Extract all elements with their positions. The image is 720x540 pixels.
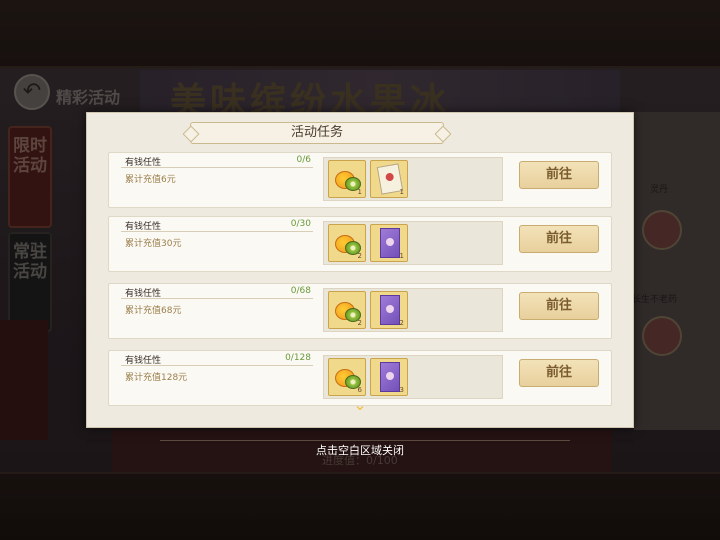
task-progress: 0/6 — [296, 155, 311, 165]
dialog-title: 活动任务 — [190, 122, 444, 144]
reward-qty: 2 — [357, 252, 362, 260]
reward-list: 6 3 — [323, 355, 503, 399]
reward-list: 2 1 — [323, 221, 503, 265]
reward-list: 2 2 — [323, 288, 503, 332]
reward-qty: 1 — [357, 188, 362, 196]
divider — [121, 231, 313, 232]
go-button[interactable]: 前往 — [519, 292, 599, 320]
divider — [160, 440, 570, 441]
reward-qty: 3 — [399, 386, 404, 394]
reward-qty: 6 — [357, 386, 362, 394]
task-description: 累计充值68元 — [125, 306, 182, 316]
reward-item[interactable]: 2 — [328, 224, 366, 262]
reward-item[interactable]: 3 — [370, 358, 408, 396]
go-button[interactable]: 前往 — [519, 225, 599, 253]
task-row: 有钱任性 0/68 累计充值68元 2 2 前往 — [108, 283, 612, 339]
go-button[interactable]: 前往 — [519, 359, 599, 387]
go-button[interactable]: 前往 — [519, 161, 599, 189]
purple-card-icon — [380, 228, 400, 258]
task-description: 累计充值128元 — [125, 373, 188, 383]
reward-list: 1 1 — [323, 157, 503, 201]
close-hint: 点击空白区域关闭 — [316, 444, 404, 457]
chevron-down-icon[interactable]: ⌄ — [350, 397, 370, 413]
task-row: 有钱任性 0/6 累计充值6元 1 1 前往 — [108, 152, 612, 208]
reward-item[interactable]: 1 — [370, 224, 408, 262]
reward-item[interactable]: 2 — [328, 291, 366, 329]
divider — [121, 298, 313, 299]
purple-card-icon — [380, 295, 400, 325]
task-description: 累计充值6元 — [125, 175, 176, 185]
reward-qty: 2 — [357, 319, 362, 327]
reward-item[interactable]: 6 — [328, 358, 366, 396]
purple-card-icon — [380, 362, 400, 392]
reward-qty: 1 — [399, 188, 404, 196]
task-progress: 0/30 — [290, 219, 311, 229]
divider — [121, 365, 313, 366]
reward-item[interactable]: 1 — [328, 160, 366, 198]
task-row: 有钱任性 0/30 累计充值30元 2 1 前往 — [108, 216, 612, 272]
reward-qty: 1 — [399, 252, 404, 260]
task-description: 累计充值30元 — [125, 239, 182, 249]
task-progress: 0/68 — [290, 286, 311, 296]
reward-item[interactable]: 1 — [370, 160, 408, 198]
reward-qty: 2 — [399, 319, 404, 327]
reward-item[interactable]: 2 — [370, 291, 408, 329]
divider — [121, 167, 313, 168]
task-progress: 0/128 — [285, 353, 311, 363]
